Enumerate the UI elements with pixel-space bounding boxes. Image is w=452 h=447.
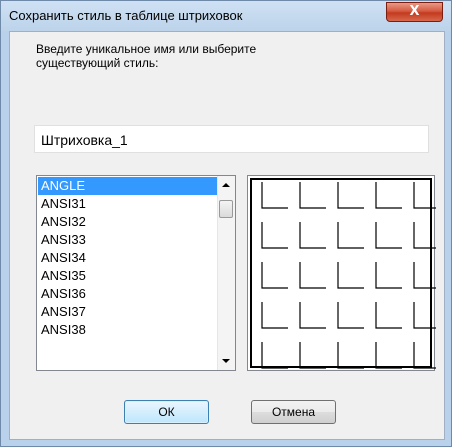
style-name-input[interactable]: Штриховка_1: [34, 125, 429, 153]
style-list-item[interactable]: ANSI37: [38, 303, 219, 321]
scroll-thumb[interactable]: [219, 200, 233, 218]
list-scrollbar[interactable]: [217, 176, 235, 370]
style-list-item[interactable]: ANSI32: [38, 213, 219, 231]
scroll-up-arrow-icon[interactable]: [222, 183, 230, 187]
style-list-item[interactable]: ANSI33: [38, 231, 219, 249]
close-icon: X: [409, 4, 420, 19]
close-button[interactable]: X: [386, 2, 443, 22]
prompt-line-1: Введите уникальное имя или выберите: [36, 42, 257, 56]
style-list-item[interactable]: ANGLE: [38, 177, 219, 195]
prompt-text: Введите уникальное имя или выберите суще…: [36, 42, 336, 70]
cancel-button[interactable]: Отмена: [251, 400, 336, 424]
ok-button[interactable]: ОК: [124, 400, 209, 424]
dialog-title: Сохранить стиль в таблице штриховок: [9, 8, 243, 23]
style-list-item[interactable]: ANSI36: [38, 285, 219, 303]
prompt-line-2: существующий стиль:: [36, 56, 159, 70]
hatch-preview: [247, 175, 436, 371]
dialog-client-area: Введите уникальное имя или выберите суще…: [9, 31, 445, 440]
style-list-item[interactable]: ANSI35: [38, 267, 219, 285]
style-listbox[interactable]: ANGLE ANSI31 ANSI32 ANSI33 ANSI34 ANSI35 ANSI3…: [36, 175, 236, 371]
dialog-window: Сохранить стиль в таблице штриховок X Вв…: [0, 0, 452, 447]
style-list-item[interactable]: ANSI31: [38, 195, 219, 213]
style-list-items: ANGLE ANSI31 ANSI32 ANSI33 ANSI34 ANSI35 ANSI3…: [38, 177, 219, 339]
scroll-down-arrow-icon[interactable]: [222, 359, 230, 363]
style-list-item[interactable]: ANSI38: [38, 321, 219, 339]
style-list-item[interactable]: ANSI34: [38, 249, 219, 267]
hatch-pattern-angle-icon: [250, 178, 436, 369]
title-bar[interactable]: Сохранить стиль в таблице штриховок X: [1, 1, 451, 31]
